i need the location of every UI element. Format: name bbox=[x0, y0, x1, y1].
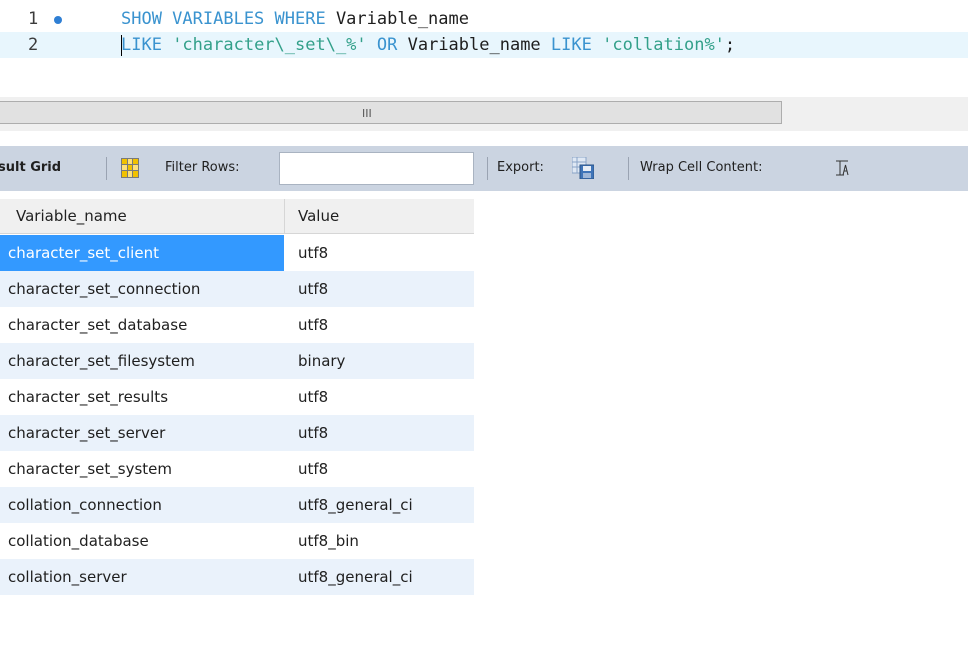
result-grid-icon[interactable] bbox=[121, 158, 139, 178]
sql-token: 'character\_set\_%' bbox=[172, 35, 367, 55]
table-row[interactable]: collation_server utf8_general_ci bbox=[0, 559, 474, 595]
table-row[interactable]: character_set_connection utf8 bbox=[0, 271, 474, 307]
grid-cell[interactable]: utf8 bbox=[290, 235, 474, 271]
result-toolbar: sult Grid Filter Rows: Export: Wrap Cell… bbox=[0, 146, 968, 191]
sql-token: LIKE bbox=[540, 35, 603, 55]
sql-token: 'collation%' bbox=[602, 35, 725, 55]
grid-cell[interactable]: utf8 bbox=[290, 307, 474, 343]
grid-cell[interactable]: character_set_connection bbox=[0, 271, 284, 307]
line-number: 2 bbox=[28, 35, 39, 55]
table-row[interactable]: character_set_results utf8 bbox=[0, 379, 474, 415]
table-row[interactable]: character_set_database utf8 bbox=[0, 307, 474, 343]
line-number: 1 bbox=[28, 9, 39, 29]
editor-horizontal-scrollbar[interactable]: III bbox=[0, 97, 968, 131]
wrap-cell-icon[interactable] bbox=[835, 160, 849, 176]
breakpoint-dot-icon[interactable] bbox=[54, 16, 62, 24]
grid-cell[interactable]: utf8 bbox=[290, 271, 474, 307]
table-row[interactable]: character_set_server utf8 bbox=[0, 415, 474, 451]
grid-cell[interactable]: utf8_general_ci bbox=[290, 487, 474, 523]
text-cursor bbox=[121, 35, 122, 56]
filter-rows-label: Filter Rows: bbox=[165, 160, 240, 175]
sql-token: ; bbox=[724, 35, 736, 55]
sql-token: LIKE bbox=[121, 35, 173, 55]
grid-cell[interactable]: utf8_general_ci bbox=[290, 559, 474, 595]
column-divider[interactable] bbox=[284, 199, 285, 233]
grid-cell[interactable]: utf8_bin bbox=[290, 523, 474, 559]
result-grid-tab[interactable]: sult Grid bbox=[0, 160, 61, 175]
grid-cell[interactable]: character_set_results bbox=[0, 379, 284, 415]
sql-code-line-2[interactable]: LIKE 'character\_set\_%' OR Variable_nam… bbox=[121, 35, 735, 55]
filter-rows-input[interactable] bbox=[279, 152, 474, 185]
table-row[interactable]: collation_connection utf8_general_ci bbox=[0, 487, 474, 523]
editor-line-2[interactable]: 2 LIKE 'character\_set\_%' OR Variable_n… bbox=[0, 32, 968, 58]
sql-code-line-1[interactable]: SHOW VARIABLES WHERE Variable_name bbox=[121, 9, 469, 29]
wrap-cell-content-label: Wrap Cell Content: bbox=[640, 160, 763, 175]
sql-token: OR bbox=[366, 35, 408, 55]
grid-cell[interactable]: collation_connection bbox=[0, 487, 284, 523]
grid-cell[interactable]: binary bbox=[290, 343, 474, 379]
table-row[interactable]: character_set_system utf8 bbox=[0, 451, 474, 487]
sql-token: Variable_name bbox=[407, 35, 541, 55]
scrollbar-grip: III bbox=[362, 107, 372, 120]
toolbar-separator bbox=[628, 157, 629, 180]
table-row[interactable]: collation_database utf8_bin bbox=[0, 523, 474, 559]
grid-cell[interactable]: utf8 bbox=[290, 451, 474, 487]
grid-cell[interactable]: character_set_filesystem bbox=[0, 343, 284, 379]
toolbar-separator bbox=[106, 157, 107, 180]
table-row[interactable]: character_set_filesystem binary bbox=[0, 343, 474, 379]
scrollbar-thumb[interactable]: III bbox=[0, 101, 782, 124]
sql-editor[interactable]: 1 SHOW VARIABLES WHERE Variable_name 2 L… bbox=[0, 0, 968, 97]
column-header-value[interactable]: Value bbox=[298, 199, 339, 233]
column-header-variable-name[interactable]: Variable_name bbox=[16, 199, 127, 233]
grid-cell[interactable]: character_set_system bbox=[0, 451, 284, 487]
grid-cell[interactable]: character_set_database bbox=[0, 307, 284, 343]
grid-cell-selected[interactable]: character_set_client bbox=[0, 235, 284, 271]
grid-cell[interactable]: character_set_server bbox=[0, 415, 284, 451]
grid-cell[interactable]: collation_database bbox=[0, 523, 284, 559]
grid-cell[interactable]: utf8 bbox=[290, 379, 474, 415]
grid-cell[interactable]: utf8 bbox=[290, 415, 474, 451]
grid-cell[interactable]: collation_server bbox=[0, 559, 284, 595]
sql-token: Variable_name bbox=[335, 9, 469, 29]
editor-line-1[interactable]: 1 SHOW VARIABLES WHERE Variable_name bbox=[0, 6, 968, 32]
grid-header: Variable_name Value bbox=[0, 199, 474, 234]
export-icon[interactable] bbox=[572, 157, 594, 179]
table-row[interactable]: character_set_client utf8 bbox=[0, 235, 474, 271]
toolbar-separator bbox=[487, 157, 488, 180]
export-label: Export: bbox=[497, 160, 544, 175]
sql-token: SHOW VARIABLES WHERE bbox=[121, 9, 336, 29]
